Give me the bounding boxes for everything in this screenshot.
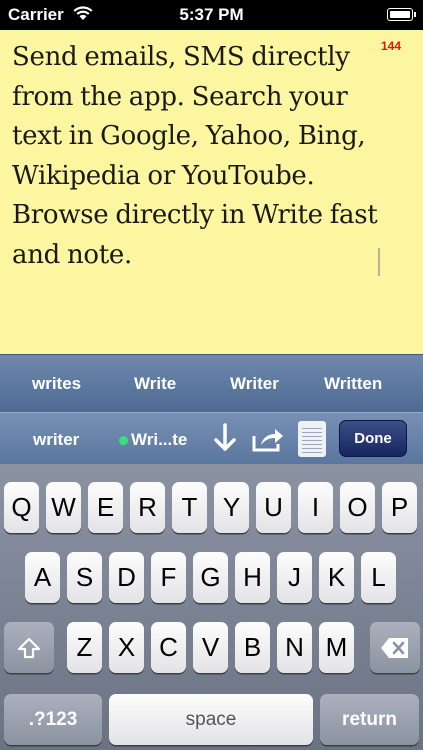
- key-q[interactable]: Q: [4, 482, 39, 533]
- key-i[interactable]: I: [298, 482, 333, 533]
- suggestion-writes[interactable]: writes: [32, 374, 81, 394]
- down-arrow-icon[interactable]: [213, 423, 237, 458]
- key-f[interactable]: F: [151, 552, 186, 603]
- key-v[interactable]: V: [193, 622, 228, 673]
- key-z[interactable]: Z: [67, 622, 102, 673]
- key-p[interactable]: P: [382, 482, 417, 533]
- key-l[interactable]: L: [361, 552, 396, 603]
- battery-icon: [387, 8, 416, 21]
- toolbar-word[interactable]: writer: [33, 430, 79, 450]
- suggestion-write[interactable]: Write: [134, 374, 176, 394]
- key-t[interactable]: T: [172, 482, 207, 533]
- app-link[interactable]: Wri...te: [131, 430, 187, 450]
- status-bar: Carrier 5:37 PM: [0, 0, 423, 30]
- key-x[interactable]: X: [109, 622, 144, 673]
- key-u[interactable]: U: [256, 482, 291, 533]
- backspace-icon: [380, 637, 410, 658]
- text-cursor: [378, 248, 380, 276]
- numbers-key[interactable]: .?123: [4, 694, 102, 745]
- return-key[interactable]: return: [320, 694, 419, 745]
- status-dot-icon: [119, 436, 128, 445]
- share-icon[interactable]: [251, 425, 285, 458]
- key-r[interactable]: R: [130, 482, 165, 533]
- suggestion-bar: writes Write Writer Written: [0, 354, 423, 413]
- key-h[interactable]: H: [235, 552, 270, 603]
- notepad-icon[interactable]: [298, 421, 326, 457]
- keyboard: Q W E R T Y U I O P A S D F G H J K L Z …: [0, 464, 423, 750]
- done-button[interactable]: Done: [339, 420, 407, 457]
- key-a[interactable]: A: [25, 552, 60, 603]
- key-w[interactable]: W: [46, 482, 81, 533]
- key-j[interactable]: J: [277, 552, 312, 603]
- key-d[interactable]: D: [109, 552, 144, 603]
- suggestion-writer[interactable]: Writer: [230, 374, 279, 394]
- key-c[interactable]: C: [151, 622, 186, 673]
- key-k[interactable]: K: [319, 552, 354, 603]
- clock: 5:37 PM: [179, 5, 244, 24]
- key-m[interactable]: M: [319, 622, 354, 673]
- key-b[interactable]: B: [235, 622, 270, 673]
- key-e[interactable]: E: [88, 482, 123, 533]
- note-text[interactable]: Send emails, SMS directly from the app. …: [12, 38, 402, 275]
- key-y[interactable]: Y: [214, 482, 249, 533]
- character-count: 144: [380, 39, 401, 53]
- delete-key[interactable]: [370, 622, 420, 673]
- note-editor[interactable]: Send emails, SMS directly from the app. …: [0, 30, 423, 354]
- key-o[interactable]: O: [340, 482, 375, 533]
- key-g[interactable]: G: [193, 552, 228, 603]
- key-s[interactable]: S: [67, 552, 102, 603]
- key-n[interactable]: N: [277, 622, 312, 673]
- shift-icon: [17, 637, 41, 659]
- accessory-toolbar: writer Wri...te Done: [0, 412, 423, 465]
- shift-key[interactable]: [4, 622, 54, 673]
- suggestion-written[interactable]: Written: [324, 374, 382, 394]
- space-key[interactable]: space: [109, 694, 313, 745]
